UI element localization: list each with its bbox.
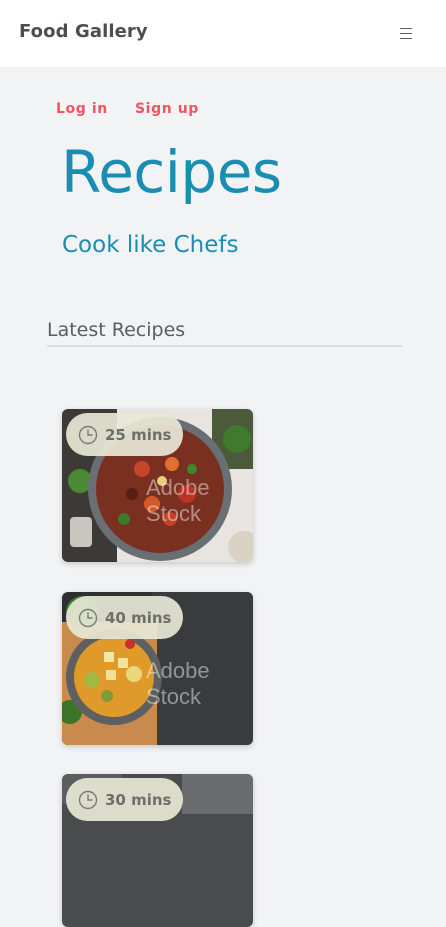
- cook-time-badge: 30 mins: [66, 778, 184, 821]
- page-subtitle: Cook like Chefs: [62, 232, 239, 258]
- cook-time: 30 mins: [105, 790, 172, 809]
- clock-icon: [78, 790, 98, 809]
- cook-time-badge: 40 mins: [66, 596, 184, 639]
- photo-watermark: Adobe Stock: [146, 475, 210, 526]
- clock-icon: [78, 608, 98, 627]
- cook-time: 40 mins: [105, 608, 172, 627]
- section-title: Latest Recipes: [47, 319, 186, 341]
- cook-time: 25 mins: [105, 425, 172, 444]
- hamburger-menu-icon[interactable]: [396, 26, 416, 42]
- clock-icon: [78, 425, 98, 444]
- page-title: Recipes: [61, 138, 282, 206]
- cook-time-badge: 25 mins: [66, 413, 184, 456]
- brand-logo-text[interactable]: Food Gallery: [19, 21, 148, 42]
- top-navbar: Food Gallery: [0, 0, 446, 67]
- recipe-card[interactable]: Adobe Stock 25 mins: [62, 409, 253, 562]
- photo-watermark: Adobe Stock: [146, 658, 210, 709]
- signup-link[interactable]: Sign up: [135, 101, 199, 117]
- section-divider: [47, 345, 402, 347]
- recipe-card[interactable]: Adobe Stock 40 mins: [62, 592, 253, 745]
- login-link[interactable]: Log in: [56, 101, 108, 117]
